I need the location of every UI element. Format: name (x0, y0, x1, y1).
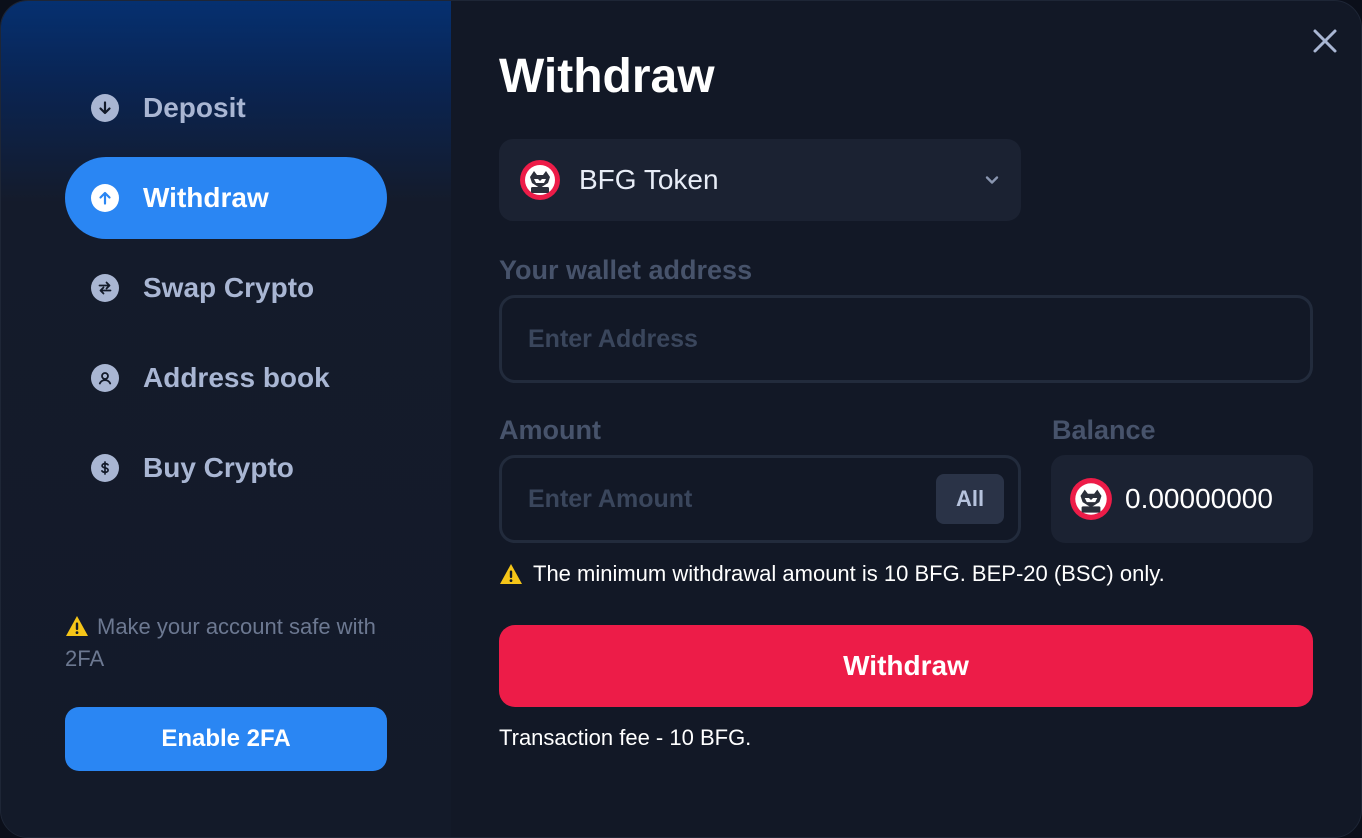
main-panel: Withdraw BFG Token Your wallet address A… (451, 1, 1361, 837)
sidebar-item-label: Address book (143, 362, 330, 393)
chevron-down-icon (985, 176, 999, 184)
sidebar-item-deposit[interactable]: Deposit (65, 67, 387, 149)
minimum-withdrawal-notice: The minimum withdrawal amount is 10 BFG.… (499, 561, 1165, 587)
notice-text: The minimum withdrawal amount is 10 BFG.… (533, 561, 1165, 586)
withdraw-modal: Deposit Withdraw Swap Crypto Address boo… (0, 0, 1362, 838)
wallet-address-input[interactable] (502, 324, 1310, 354)
sidebar-item-label: Buy Crypto (143, 452, 294, 483)
warning-icon (500, 564, 522, 584)
sidebar-item-buy-crypto[interactable]: Buy Crypto (65, 427, 387, 509)
arrow-down-circle-icon (91, 94, 119, 122)
token-select[interactable]: BFG Token (499, 139, 1021, 221)
security-note: Make your account safe with 2FA (65, 611, 385, 675)
transaction-fee-text: Transaction fee - 10 BFG. (499, 725, 752, 750)
wallet-address-field-box (499, 295, 1313, 383)
sidebar-nav: Deposit Withdraw Swap Crypto Address boo… (65, 67, 387, 517)
enable-2fa-button[interactable]: Enable 2FA (65, 707, 387, 771)
sidebar-item-label: Deposit (143, 92, 246, 123)
balance-label: Balance (1052, 415, 1156, 445)
balance-value: 0.00000000 (1125, 483, 1273, 514)
sidebar: Deposit Withdraw Swap Crypto Address boo… (1, 1, 451, 837)
amount-input[interactable] (502, 484, 936, 514)
token-select-value: BFG Token (579, 164, 719, 195)
withdraw-submit-button[interactable]: Withdraw (499, 625, 1313, 707)
bfg-token-logo-icon (1070, 478, 1112, 520)
wallet-address-label: Your wallet address (499, 255, 753, 285)
amount-field-box: All (499, 455, 1021, 543)
warning-icon (66, 616, 88, 636)
all-amount-button[interactable]: All (936, 474, 1004, 524)
sidebar-item-swap-crypto[interactable]: Swap Crypto (65, 247, 387, 329)
page-title: Withdraw (499, 50, 715, 103)
user-circle-icon (91, 364, 119, 392)
sidebar-item-label: Swap Crypto (143, 272, 315, 303)
sidebar-item-label: Withdraw (143, 182, 269, 213)
close-icon[interactable] (1309, 25, 1341, 57)
security-note-text: Make your account safe with 2FA (65, 614, 376, 671)
balance-display: 0.00000000 (1051, 455, 1313, 543)
dollar-circle-icon (91, 454, 119, 482)
bfg-token-logo-icon (520, 160, 560, 200)
arrow-up-circle-icon (91, 184, 119, 212)
amount-label: Amount (499, 415, 601, 445)
swap-arrows-icon (91, 274, 119, 302)
sidebar-item-withdraw[interactable]: Withdraw (65, 157, 387, 239)
sidebar-item-address-book[interactable]: Address book (65, 337, 387, 419)
